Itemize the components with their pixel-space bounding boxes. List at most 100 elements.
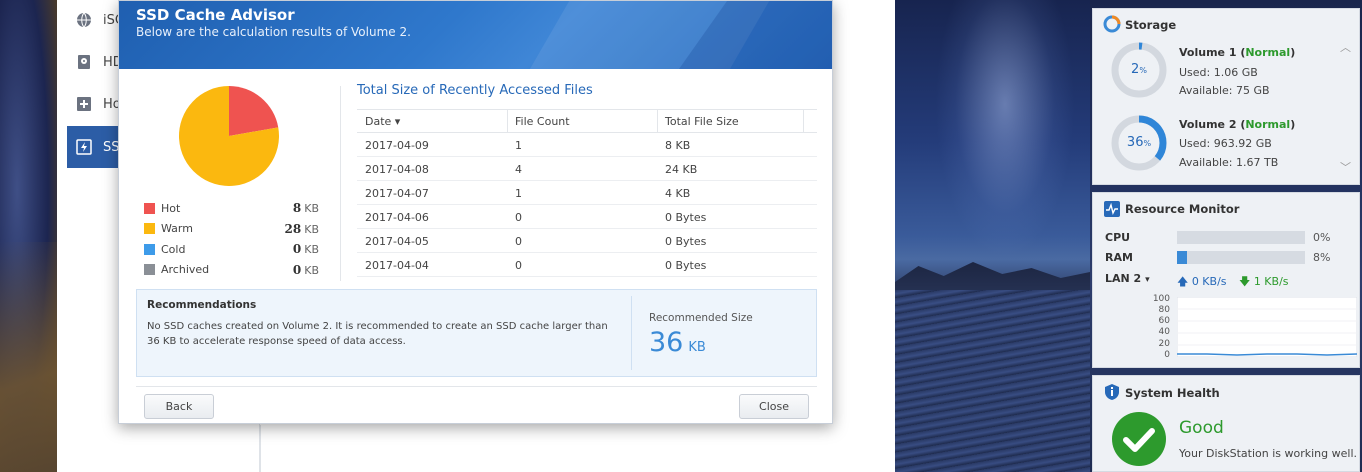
recommendations-text: No SSD caches created on Volume 2. It is… bbox=[147, 321, 608, 347]
volume-1-percent: 2% bbox=[1131, 62, 1147, 77]
cell-date: 2017-04-09 bbox=[365, 139, 429, 152]
cell-file-count: 0 bbox=[515, 259, 522, 272]
ram-label: RAM bbox=[1105, 251, 1133, 264]
recommended-size-value: 36 KB bbox=[649, 327, 706, 358]
chevron-down-icon: ▾ bbox=[1145, 275, 1150, 285]
table-row[interactable]: 2017-04-08 4 24 KB bbox=[357, 157, 817, 181]
hot-spare-icon bbox=[75, 95, 93, 113]
scroll-up-icon[interactable]: ︿ bbox=[1340, 39, 1351, 55]
access-frequency-pie-chart bbox=[179, 86, 279, 186]
dialog-title: SSD Cache Advisor bbox=[136, 6, 295, 24]
table-row[interactable]: 2017-04-04 0 0 Bytes bbox=[357, 253, 817, 277]
cell-file-count: 0 bbox=[515, 235, 522, 248]
legend-item-warm: Warm 28 KB bbox=[144, 219, 319, 240]
storage-widget-title: Storage bbox=[1125, 18, 1177, 32]
cell-date: 2017-04-06 bbox=[365, 211, 429, 224]
legend-item-archived: Archived 0 KB bbox=[144, 260, 319, 281]
dialog-header: SSD Cache Advisor Below are the calculat… bbox=[119, 1, 832, 69]
legend-label: Cold bbox=[161, 242, 186, 256]
resource-monitor-title: Resource Monitor bbox=[1125, 202, 1240, 216]
volume-2-used: Used: 963.92 GB bbox=[1179, 137, 1272, 150]
cell-file-count: 4 bbox=[515, 163, 522, 176]
recommended-size-label: Recommended Size bbox=[649, 312, 753, 324]
legend-label: Archived bbox=[161, 263, 210, 277]
storage-widget: Storage ︿ ﹀ 2% Volume 1 (Normal) Used: 1… bbox=[1092, 8, 1360, 185]
divider bbox=[136, 386, 817, 387]
volume-2-available: Available: 1.67 TB bbox=[1179, 156, 1279, 169]
axis-tick: 80 bbox=[1158, 305, 1170, 315]
table-row[interactable]: 2017-04-05 0 0 Bytes bbox=[357, 229, 817, 253]
cell-date: 2017-04-08 bbox=[365, 163, 429, 176]
cell-total-size: 24 KB bbox=[665, 163, 698, 176]
info-icon bbox=[1105, 384, 1119, 400]
cpu-label: CPU bbox=[1105, 231, 1131, 244]
resource-monitor-icon bbox=[1104, 201, 1120, 217]
ram-percent: 8% bbox=[1313, 251, 1331, 264]
pie-slice-hot bbox=[229, 86, 279, 136]
legend-item-cold: Cold 0 KB bbox=[144, 239, 319, 260]
column-header-file-count[interactable]: File Count bbox=[515, 115, 570, 128]
table-row[interactable]: 2017-04-06 0 0 Bytes bbox=[357, 205, 817, 229]
legend-value: 0 KB bbox=[292, 262, 319, 277]
legend-label: Warm bbox=[161, 222, 193, 236]
back-button[interactable]: Back bbox=[144, 394, 214, 419]
axis-tick: 20 bbox=[1158, 339, 1170, 349]
dialog-subtitle: Below are the calculation results of Vol… bbox=[136, 25, 411, 39]
volume-2-name: Volume 2 (Normal) bbox=[1179, 118, 1296, 131]
cell-date: 2017-04-05 bbox=[365, 235, 429, 248]
axis-tick: 40 bbox=[1158, 327, 1170, 337]
sort-indicator-icon: ▾ bbox=[394, 115, 401, 128]
column-header-total-file-size[interactable]: Total File Size bbox=[665, 115, 739, 128]
divider bbox=[340, 86, 341, 281]
desktop-wallpaper bbox=[895, 0, 1090, 472]
axis-tick: 100 bbox=[1152, 294, 1170, 304]
cell-total-size: 4 KB bbox=[665, 187, 691, 200]
system-health-title: System Health bbox=[1125, 386, 1220, 400]
legend-value: 8 KB bbox=[292, 201, 319, 215]
shoreline bbox=[895, 290, 1090, 472]
table-title: Total Size of Recently Accessed Files bbox=[357, 83, 593, 98]
legend-value: 0 KB bbox=[292, 242, 319, 256]
legend-label: Hot bbox=[161, 201, 181, 215]
system-health-widget: System Health Good Your DiskStation is w… bbox=[1092, 375, 1360, 472]
cell-total-size: 0 Bytes bbox=[665, 235, 707, 248]
table-row[interactable]: 2017-04-07 1 4 KB bbox=[357, 181, 817, 205]
recommendations-title: Recommendations bbox=[147, 299, 257, 311]
divider bbox=[631, 296, 632, 370]
network-graph bbox=[1177, 297, 1357, 357]
legend-swatch bbox=[144, 243, 155, 255]
table-row[interactable]: 2017-04-09 1 8 KB bbox=[357, 133, 817, 157]
health-status: Good bbox=[1179, 418, 1224, 438]
cell-file-count: 1 bbox=[515, 139, 522, 152]
recommendations-panel: Recommendations No SSD caches created on… bbox=[136, 289, 817, 377]
cell-total-size: 8 KB bbox=[665, 139, 691, 152]
recent-files-table: Date ▾ File Count Total File Size 2017-0… bbox=[357, 109, 817, 277]
ssd-cache-icon bbox=[75, 138, 93, 156]
cell-date: 2017-04-04 bbox=[365, 259, 429, 272]
axis-tick: 60 bbox=[1158, 316, 1170, 326]
close-button[interactable]: Close bbox=[739, 394, 809, 419]
scroll-down-icon[interactable]: ﹀ bbox=[1340, 159, 1351, 175]
upload-arrow-icon: 🡅 bbox=[1177, 275, 1189, 288]
cpu-percent: 0% bbox=[1313, 231, 1331, 244]
lan-selector[interactable]: LAN 2 ▾ bbox=[1105, 272, 1150, 285]
globe-icon bbox=[75, 11, 93, 29]
checkmark-icon bbox=[1112, 412, 1166, 466]
disk-icon bbox=[75, 53, 93, 71]
health-message: Your DiskStation is working well. bbox=[1179, 447, 1357, 460]
ram-usage-bar bbox=[1177, 251, 1305, 264]
axis-tick: 0 bbox=[1164, 350, 1170, 360]
download-speed: 🡇 1 KB/s bbox=[1239, 275, 1289, 288]
download-arrow-icon: 🡇 bbox=[1239, 275, 1251, 288]
volume-1-used: Used: 1.06 GB bbox=[1179, 66, 1258, 79]
aurora bbox=[935, 0, 1075, 260]
volume-2-percent: 36% bbox=[1126, 135, 1152, 150]
cpu-usage-bar bbox=[1177, 231, 1305, 244]
column-header-date[interactable]: Date ▾ bbox=[365, 115, 400, 128]
cell-date: 2017-04-07 bbox=[365, 187, 429, 200]
ssd-cache-advisor-dialog: SSD Cache Advisor Below are the calculat… bbox=[118, 0, 833, 424]
legend-swatch bbox=[144, 202, 155, 214]
widget-panel: Storage ︿ ﹀ 2% Volume 1 (Normal) Used: 1… bbox=[1090, 0, 1362, 472]
legend-swatch bbox=[144, 223, 155, 235]
desktop-wallpaper-left bbox=[0, 0, 57, 472]
